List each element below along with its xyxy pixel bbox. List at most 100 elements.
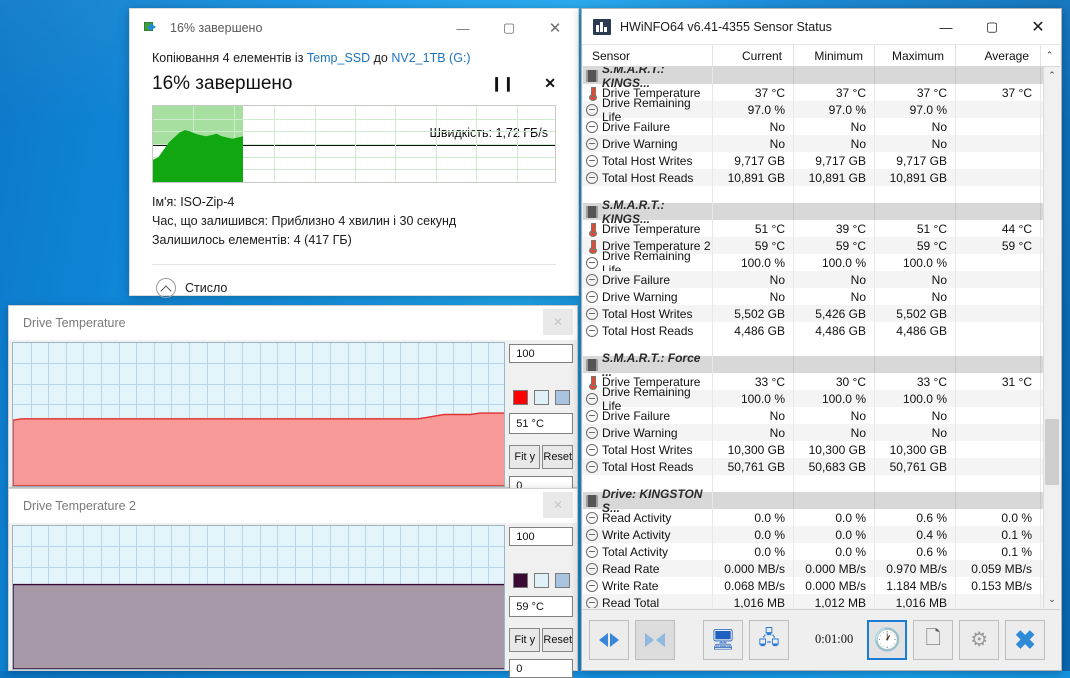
copy-dialog-title: 16% завершено bbox=[170, 21, 263, 35]
table-row[interactable]: Total Host Writes 10,300 GB 10,300 GB 10,30… bbox=[583, 441, 1043, 458]
pause-button[interactable]: ❙❙ bbox=[491, 75, 514, 92]
close-icon[interactable]: ✕ bbox=[543, 309, 573, 335]
expand-all-button[interactable] bbox=[589, 619, 629, 660]
gauge-icon bbox=[586, 545, 598, 558]
table-row[interactable]: Total Host Reads 4,486 GB 4,486 GB 4,486 GB bbox=[583, 322, 1043, 339]
background-color-swatch[interactable] bbox=[534, 573, 550, 588]
reset-button[interactable]: Reset bbox=[542, 445, 574, 469]
table-row[interactable]: Total Host Reads 10,891 GB 10,891 GB 10,891… bbox=[583, 169, 1043, 186]
graph-window-title: Drive Temperature bbox=[23, 316, 126, 330]
sensor-group-header[interactable]: S.M.A.R.T.: Force ... bbox=[583, 351, 1043, 379]
gauge-icon bbox=[586, 562, 598, 575]
scroll-down-button[interactable]: ⌄ bbox=[1044, 591, 1060, 608]
grid-color-swatch[interactable] bbox=[555, 390, 571, 405]
gauge-icon bbox=[586, 273, 598, 286]
close-icon[interactable]: ✕ bbox=[543, 492, 573, 518]
table-row[interactable]: Total Activity 0.0 % 0.0 % 0.6 % 0.1 % bbox=[583, 543, 1043, 560]
sensor-table-header: Sensor Current Minimum Maximum Average ⌃ bbox=[583, 45, 1060, 67]
copy-dialog-body: Копіювання 4 елементів із Temp_SSD до NV… bbox=[130, 51, 578, 298]
graph-window-titlebar[interactable]: Drive Temperature 2 ✕ bbox=[9, 489, 577, 523]
table-row[interactable]: Drive Remaining Life 97.0 % 97.0 % 97.0 % bbox=[583, 96, 1043, 124]
table-row[interactable]: Drive Failure No No No bbox=[583, 271, 1043, 288]
gauge-icon bbox=[586, 120, 598, 133]
file-copy-dialog[interactable]: 16% завершено — ▢ ✕ Копіювання 4 елемент… bbox=[129, 8, 579, 298]
table-row[interactable]: Total Host Writes 5,502 GB 5,426 GB 5,502 G… bbox=[583, 305, 1043, 322]
series-color-swatch[interactable] bbox=[513, 390, 529, 405]
graph-window-drive-temperature-2[interactable]: Drive Temperature 2 ✕ 100 59 °C Fit y Re… bbox=[8, 488, 578, 678]
scroll-up-arrow-icon[interactable]: ⌃ bbox=[1041, 45, 1058, 66]
table-row[interactable]: Drive Remaining Life 100.0 % 100.0 % 100.0 … bbox=[583, 385, 1043, 413]
sensor-group-header[interactable]: Drive: KINGSTON S... bbox=[583, 487, 1043, 515]
close-icon[interactable]: ✕ bbox=[1015, 9, 1061, 45]
drive-temperature-2-plot[interactable] bbox=[12, 525, 506, 670]
polling-timer-value: 0:01:00 bbox=[815, 632, 854, 646]
drive-temperature-plot[interactable] bbox=[12, 342, 506, 487]
minimize-icon[interactable]: — bbox=[440, 9, 486, 47]
collapse-all-button[interactable] bbox=[635, 619, 675, 660]
grid-color-swatch[interactable] bbox=[555, 573, 571, 588]
table-row[interactable]: Total Host Reads 50,761 GB 50,683 GB 50,761… bbox=[583, 458, 1043, 475]
scroll-up-button[interactable]: ⌃ bbox=[1044, 67, 1060, 84]
column-header-maximum[interactable]: Maximum bbox=[875, 45, 956, 66]
table-row[interactable]: Read Total 1,016 MB 1,012 MB 1,016 MB bbox=[583, 594, 1043, 608]
fit-y-button[interactable]: Fit y bbox=[509, 445, 541, 469]
gauge-icon bbox=[586, 392, 598, 405]
sensor-group-header[interactable]: S.M.A.R.T.: KINGS... bbox=[583, 67, 1043, 90]
graph-window-titlebar[interactable]: Drive Temperature ✕ bbox=[9, 306, 577, 340]
table-row[interactable]: Total Host Writes 9,717 GB 9,717 GB 9,717 G… bbox=[583, 152, 1043, 169]
table-row[interactable]: Drive Temperature 51 °C 39 °C 51 °C 44 °C bbox=[583, 220, 1043, 237]
table-row[interactable]: Drive Failure No No No bbox=[583, 118, 1043, 135]
table-row[interactable]: Drive Failure No No No bbox=[583, 407, 1043, 424]
fit-y-button[interactable]: Fit y bbox=[509, 628, 541, 652]
hwinfo-window[interactable]: HWiNFO64 v6.41-4355 Sensor Status — ▢ ✕ … bbox=[581, 8, 1062, 671]
table-row[interactable]: Read Activity 0.0 % 0.0 % 0.6 % 0.0 % bbox=[583, 509, 1043, 526]
gauge-icon bbox=[586, 460, 598, 473]
series-color-swatch[interactable] bbox=[513, 573, 529, 588]
sensor-table[interactable]: S.M.A.R.T.: KINGS... Drive Temperature 37 … bbox=[583, 67, 1043, 608]
items-remaining-value: 4 (417 ГБ) bbox=[293, 233, 352, 247]
maximize-icon[interactable]: ▢ bbox=[969, 9, 1015, 45]
y-max-field[interactable]: 100 bbox=[509, 344, 574, 363]
table-row[interactable]: Drive Warning No No No bbox=[583, 288, 1043, 305]
column-header-sensor[interactable]: Sensor bbox=[583, 45, 713, 66]
y-min-field[interactable]: 0 bbox=[509, 659, 574, 678]
sensor-group-header[interactable]: S.M.A.R.T.: KINGS... bbox=[583, 198, 1043, 226]
sensor-name: Drive Warning bbox=[602, 289, 678, 304]
maximize-icon[interactable]: ▢ bbox=[486, 9, 532, 47]
table-row[interactable]: Write Rate 0.068 MB/s 0.000 MB/s 1.184 MB/s… bbox=[583, 577, 1043, 594]
remote-monitoring-button[interactable]: 🖧 bbox=[749, 619, 789, 660]
two-monitors-icon: 🖧 bbox=[758, 627, 780, 649]
close-button[interactable]: ✖ bbox=[1005, 619, 1046, 660]
table-row[interactable]: Write Activity 0.0 % 0.0 % 0.4 % 0.1 % bbox=[583, 526, 1043, 543]
vertical-scrollbar[interactable]: ⌃ ⌄ bbox=[1043, 67, 1060, 608]
sensor-name: Read Total bbox=[602, 595, 660, 609]
sensor-settings-button[interactable]: 🖥 bbox=[703, 619, 743, 660]
gauge-icon bbox=[586, 137, 598, 150]
arrows-out-icon bbox=[599, 632, 619, 647]
table-row[interactable]: Drive Remaining Life 100.0 % 100.0 % 100.0 … bbox=[583, 249, 1043, 277]
close-icon[interactable]: ✕ bbox=[532, 9, 578, 47]
source-link[interactable]: Temp_SSD bbox=[307, 51, 370, 65]
logging-button[interactable]: 🗋 bbox=[913, 619, 954, 660]
table-row[interactable]: Drive Warning No No No bbox=[583, 135, 1043, 152]
minimize-icon[interactable]: — bbox=[923, 9, 969, 45]
graph-window-drive-temperature[interactable]: Drive Temperature ✕ 100 51 °C Fit y Rese… bbox=[8, 305, 578, 495]
background-color-swatch[interactable] bbox=[534, 390, 550, 405]
column-header-minimum[interactable]: Minimum bbox=[794, 45, 875, 66]
y-max-field[interactable]: 100 bbox=[509, 527, 574, 546]
hwinfo-titlebar[interactable]: HWiNFO64 v6.41-4355 Sensor Status — ▢ ✕ bbox=[582, 9, 1061, 45]
table-row[interactable]: Read Rate 0.000 MB/s 0.000 MB/s 0.970 MB/s 0… bbox=[583, 560, 1043, 577]
settings-button[interactable]: ⚙ bbox=[959, 619, 1000, 660]
reset-button[interactable]: Reset bbox=[542, 628, 574, 652]
thermometer-icon bbox=[586, 375, 598, 390]
file-name-row: Ім'я: ISO-Zip-4 bbox=[152, 193, 556, 212]
column-header-current[interactable]: Current bbox=[713, 45, 794, 66]
scrollbar-thumb[interactable] bbox=[1045, 419, 1059, 485]
copy-dialog-titlebar[interactable]: 16% завершено — ▢ ✕ bbox=[130, 9, 578, 47]
cancel-button[interactable]: ✕ bbox=[544, 75, 556, 92]
polling-timer-button[interactable]: 🕐 bbox=[867, 619, 908, 660]
table-row[interactable]: Drive Warning No No No bbox=[583, 424, 1043, 441]
destination-link[interactable]: NV2_1TB (G:) bbox=[391, 51, 470, 65]
column-header-average[interactable]: Average bbox=[956, 45, 1041, 66]
less-details-toggle[interactable]: Стисло bbox=[152, 265, 556, 298]
